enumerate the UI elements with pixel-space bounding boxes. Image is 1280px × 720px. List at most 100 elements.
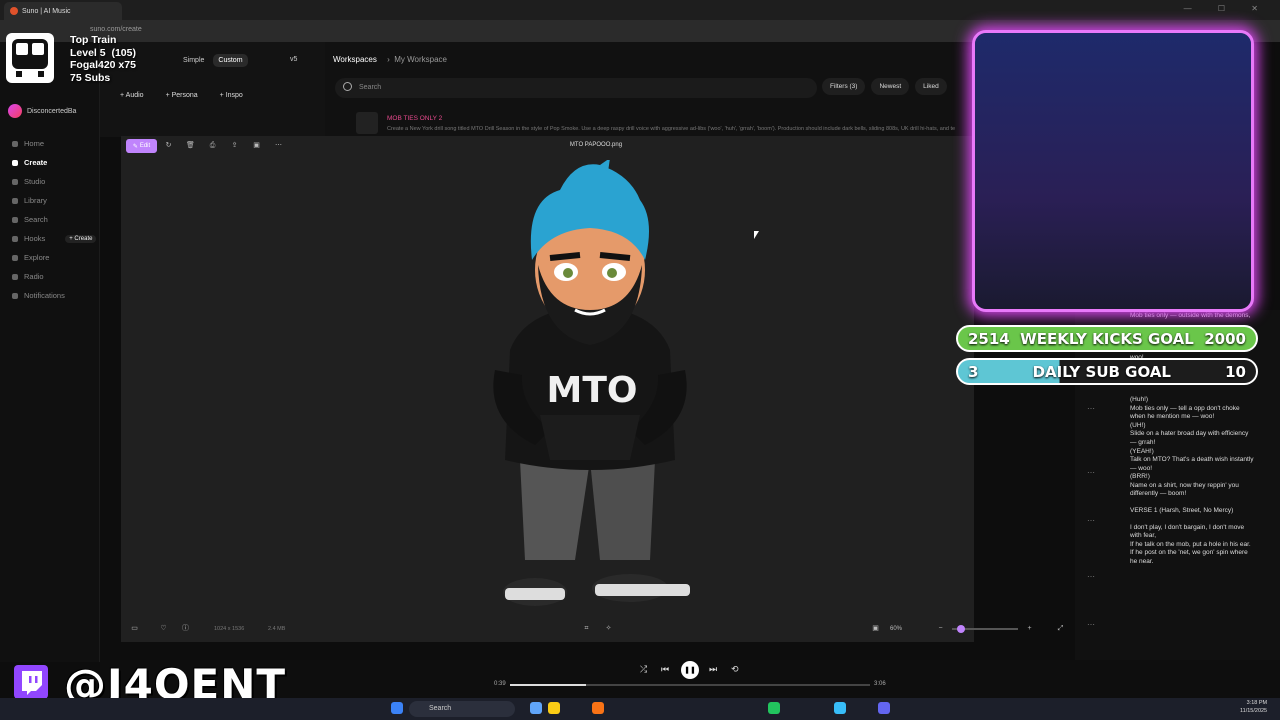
previous-icon[interactable]: ⏮ (661, 664, 669, 675)
filter-bar: Filters (3) Newest Liked (822, 78, 947, 95)
zoom-level[interactable]: 60% (890, 626, 902, 632)
copilot-icon[interactable] (530, 702, 542, 714)
breadcrumb-current-label: My Workspace (394, 55, 447, 64)
file-size: 2.4 MB (268, 626, 286, 632)
lyric-line: Talk on MTO? That's a death wish instant… (1130, 456, 1254, 464)
search-icon (12, 216, 18, 223)
train-level: Level 5 (105) (70, 46, 136, 59)
sidebar-nav: Home Create Studio Library Search Hooks +… (12, 134, 100, 305)
daily-sub-goal: 3 DAILY SUB GOAL 10 (956, 358, 1258, 385)
username: DisconcertedBa (27, 107, 77, 115)
mode-simple-button[interactable]: Simple (178, 54, 209, 67)
avatar (8, 104, 22, 118)
taskbar-clock[interactable]: 3:18 PM 11/15/2025 (1240, 700, 1267, 715)
file-explorer-icon[interactable] (548, 702, 560, 714)
shuffle-icon[interactable]: ⤮ (640, 664, 647, 675)
sidebar-item-home[interactable]: Home (12, 134, 100, 153)
steam-icon[interactable] (834, 702, 846, 714)
taskbar-search[interactable]: Search (409, 701, 515, 717)
sidebar-item-label: Explore (24, 253, 50, 262)
user-profile[interactable]: DisconcertedBa (8, 104, 76, 118)
character-illustration: MTO (493, 160, 690, 606)
lyric-line: (YEAH!) (1130, 447, 1154, 455)
chrome-icon[interactable] (768, 702, 780, 714)
lyric-line: Slide on a hater broad day with efficien… (1130, 430, 1249, 438)
more-icon[interactable]: ⋯ (1087, 572, 1095, 581)
time-total: 3:06 (874, 681, 886, 687)
song-description: Create a New York drill song titled MTO … (387, 126, 956, 132)
next-icon[interactable]: ⏭ (709, 664, 717, 675)
create-icon (12, 159, 18, 166)
tab-title: Suno | AI Music (22, 7, 71, 15)
screen-icon[interactable]: ▣ (871, 625, 880, 633)
photos-icon[interactable] (878, 702, 890, 714)
zoom-in-icon[interactable]: + (1025, 625, 1034, 633)
info-icon[interactable]: ▣ (252, 142, 261, 150)
lyric-line: when he mention me — woo! (1130, 413, 1215, 421)
pause-button[interactable]: ❚❚ (681, 661, 699, 679)
zoom-slider-handle[interactable] (957, 625, 965, 633)
sidebar-item-label: Search (24, 215, 48, 224)
more-icon[interactable]: ⋯ (1087, 404, 1095, 413)
lyric-line: with fear, (1130, 532, 1157, 540)
sidebar-item-studio[interactable]: Studio (12, 172, 100, 191)
goal-current: 2514 (968, 329, 1010, 348)
hooks-create-button[interactable]: + Create (65, 234, 97, 243)
info-circle-icon[interactable]: ⓘ (181, 625, 190, 633)
add-inspo-button[interactable]: + Inspo (220, 92, 243, 99)
sidebar-item-hooks[interactable]: Hooks + Create (12, 229, 100, 248)
zoom-out-icon[interactable]: − (936, 625, 945, 633)
lyric-line: If he talk on the mob, put a hole in his… (1130, 540, 1251, 548)
liked-button[interactable]: Liked (915, 78, 947, 95)
lyric-line: differently — boom! (1130, 490, 1187, 498)
start-icon[interactable] (391, 702, 403, 714)
delete-icon[interactable]: 🗑 (186, 142, 195, 150)
add-audio-button[interactable]: + Audio (120, 92, 144, 99)
sidebar-item-library[interactable]: Library (12, 191, 100, 210)
lyric-line: — grrah! (1130, 438, 1156, 446)
window-controls[interactable]: — ☐ ✕ (1184, 4, 1270, 13)
favorite-icon[interactable]: ♡ (159, 625, 168, 633)
share-icon[interactable]: ⇪ (230, 142, 239, 150)
breadcrumb-workspaces[interactable]: Workspaces (333, 55, 377, 64)
mouse-cursor (754, 231, 759, 239)
filmstrip-icon[interactable]: ▭ (130, 625, 139, 633)
crop-icon[interactable]: ⌗ (582, 625, 591, 633)
goal-current: 3 (968, 362, 979, 381)
more-icon[interactable]: ⋯ (1087, 516, 1095, 525)
workspace-search-input[interactable]: Search (335, 78, 817, 98)
add-persona-button[interactable]: + Persona (166, 92, 198, 99)
url-field[interactable]: suno.com/create (90, 26, 142, 33)
print-icon[interactable]: ⎙ (208, 142, 217, 150)
sidebar-item-notifications[interactable]: Notifications (12, 286, 100, 305)
browser-tab[interactable]: Suno | AI Music (4, 2, 122, 20)
rotate-icon[interactable]: ↻ (164, 142, 173, 150)
mode-custom-button[interactable]: Custom (213, 54, 248, 67)
more-icon[interactable]: ⋯ (1087, 468, 1095, 477)
sidebar-item-label: Studio (24, 177, 46, 186)
sort-button[interactable]: Newest (871, 78, 910, 95)
repeat-icon[interactable]: ⟲ (731, 664, 739, 675)
more-icon[interactable]: ⋯ (1087, 620, 1095, 629)
sidebar-item-radio[interactable]: Radio (12, 267, 100, 286)
fullscreen-icon[interactable]: ⤢ (1056, 625, 1065, 633)
mode-toggle: Simple Custom (178, 54, 248, 67)
more-icon[interactable]: ⋯ (274, 142, 283, 150)
edit-button[interactable]: ✎ Edit (126, 139, 157, 153)
version-select[interactable]: v5 (290, 56, 297, 63)
train-user: Fogal420 x75 (70, 59, 136, 72)
sidebar-item-search[interactable]: Search (12, 210, 100, 229)
song-thumbnail[interactable] (356, 112, 378, 134)
radio-icon (12, 273, 18, 280)
add-buttons: + Audio + Persona + Inspo (120, 92, 243, 99)
clock-time: 3:18 PM (1246, 700, 1268, 706)
song-title[interactable]: MOB TIES ONLY 2 (387, 115, 442, 122)
firefox-icon[interactable] (592, 702, 604, 714)
lyric-line: (BRR!) (1130, 473, 1150, 481)
enhance-icon[interactable]: ✧ (604, 625, 613, 633)
bell-icon (12, 292, 18, 299)
sidebar-item-create[interactable]: Create (12, 153, 100, 172)
sidebar-item-explore[interactable]: Explore (12, 248, 100, 267)
filters-button[interactable]: Filters (3) (822, 78, 866, 95)
library-icon (12, 197, 18, 204)
